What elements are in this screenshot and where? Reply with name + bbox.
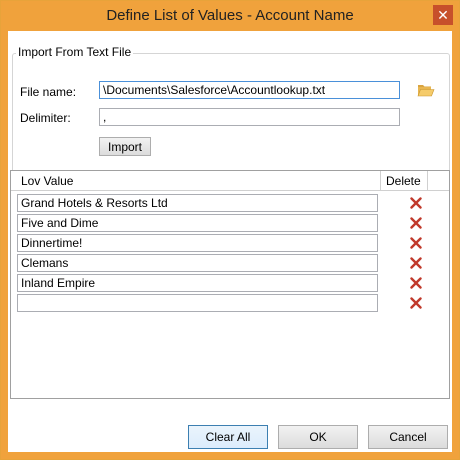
lov-value-input-row-4[interactable] xyxy=(17,254,378,272)
delimiter-label: Delimiter: xyxy=(20,111,71,125)
dialog-window: Define List of Values - Account Name ✕ I… xyxy=(0,0,460,460)
lov-value-input-row-6[interactable] xyxy=(17,294,378,312)
delete-x-icon[interactable] xyxy=(410,197,422,209)
lov-values-grid: Lov Value Delete xyxy=(10,170,450,399)
import-group-title: Import From Text File xyxy=(16,45,134,59)
grid-header: Lov Value Delete xyxy=(11,171,449,191)
delete-x-icon[interactable] xyxy=(410,237,422,249)
delete-x-icon[interactable] xyxy=(410,297,422,309)
lov-value-input-row-2[interactable] xyxy=(17,214,378,232)
delete-x-icon[interactable] xyxy=(410,217,422,229)
delimiter-input[interactable] xyxy=(99,108,400,126)
delete-x-icon[interactable] xyxy=(410,277,422,289)
column-header-lov-value[interactable]: Lov Value xyxy=(21,174,73,188)
folder-open-icon[interactable] xyxy=(417,83,435,97)
delete-x-icon[interactable] xyxy=(410,257,422,269)
import-button[interactable]: Import xyxy=(99,137,151,156)
lov-value-input-row-5[interactable] xyxy=(17,274,378,292)
close-icon: ✕ xyxy=(437,6,449,23)
ok-button[interactable]: OK xyxy=(278,425,358,449)
lov-value-input-row-3[interactable] xyxy=(17,234,378,252)
window-title: Define List of Values - Account Name xyxy=(106,7,354,24)
file-name-input[interactable] xyxy=(99,81,400,99)
lov-value-input-row-1[interactable] xyxy=(17,194,378,212)
dialog-client-area: Import From Text File File name: Delimit… xyxy=(8,31,452,452)
clear-all-button[interactable]: Clear All xyxy=(188,425,268,449)
column-separator[interactable] xyxy=(380,171,381,190)
column-header-delete[interactable]: Delete xyxy=(386,174,421,188)
cancel-button[interactable]: Cancel xyxy=(368,425,448,449)
column-separator[interactable] xyxy=(427,171,428,190)
close-button[interactable]: ✕ xyxy=(433,5,453,25)
file-name-label: File name: xyxy=(20,85,77,99)
title-bar[interactable]: Define List of Values - Account Name ✕ xyxy=(1,1,459,31)
button-bar: Clear All OK Cancel xyxy=(8,407,452,452)
